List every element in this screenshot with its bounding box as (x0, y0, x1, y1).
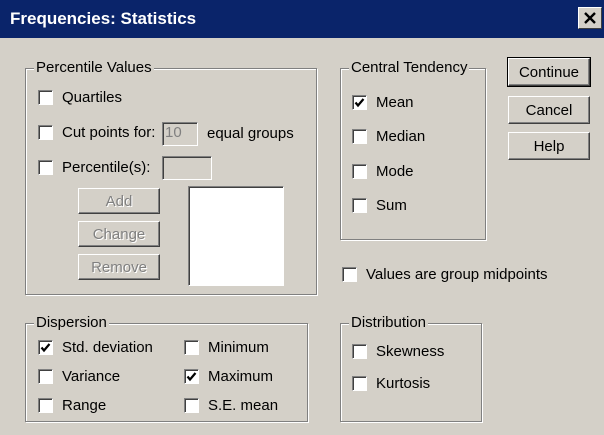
mode-label: Mode (376, 163, 414, 180)
se-mean-label: S.E. mean (208, 397, 279, 414)
std-deviation-checkbox[interactable]: Std. deviation (38, 339, 153, 356)
minimum-label: Minimum (208, 339, 269, 356)
mean-label: Mean (376, 94, 414, 111)
kurtosis-label: Kurtosis (376, 375, 431, 392)
cut-points-input[interactable]: 10 (162, 122, 198, 146)
std-deviation-label: Std. deviation (62, 339, 153, 356)
checkmark-icon (354, 98, 365, 108)
variance-label: Variance (62, 368, 121, 385)
minimum-checkbox[interactable]: Minimum (184, 339, 269, 356)
quartiles-checkbox[interactable]: Quartiles (38, 89, 122, 106)
median-label: Median (376, 128, 426, 145)
std-deviation-box[interactable] (38, 340, 53, 355)
change-button[interactable]: Change (78, 221, 160, 247)
se-mean-box[interactable] (184, 398, 199, 413)
maximum-box[interactable] (184, 369, 199, 384)
close-button[interactable] (578, 7, 602, 29)
median-box[interactable] (352, 129, 367, 144)
variance-box[interactable] (38, 369, 53, 384)
window-title: Frequencies: Statistics (10, 9, 197, 28)
quartiles-label: Quartiles (62, 89, 123, 106)
variance-checkbox[interactable]: Variance (38, 368, 120, 385)
dialog-window: Frequencies: Statistics Percentile Value… (0, 0, 604, 435)
cancel-button[interactable]: Cancel (508, 96, 590, 124)
maximum-checkbox[interactable]: Maximum (184, 368, 273, 385)
continue-button[interactable]: Continue (507, 57, 591, 87)
percentile-list[interactable] (188, 186, 284, 286)
dialog-body: Percentile Values Quartiles Cut points f… (0, 38, 604, 435)
range-checkbox[interactable]: Range (38, 397, 106, 414)
minimum-box[interactable] (184, 340, 199, 355)
percentile-values-title: Percentile Values (34, 59, 154, 76)
help-button[interactable]: Help (508, 132, 590, 160)
close-icon (584, 12, 596, 24)
mean-checkbox[interactable]: Mean (352, 94, 414, 111)
checkmark-icon (186, 372, 197, 382)
skewness-checkbox[interactable]: Skewness (352, 343, 444, 360)
kurtosis-box[interactable] (352, 376, 367, 391)
range-label: Range (62, 397, 107, 414)
title-bar: Frequencies: Statistics (0, 0, 604, 38)
group-midpoints-label: Values are group midpoints (366, 266, 548, 283)
remove-button[interactable]: Remove (78, 254, 160, 280)
equal-groups-label: equal groups (207, 125, 294, 142)
distribution-group: Distribution (340, 314, 482, 422)
se-mean-checkbox[interactable]: S.E. mean (184, 397, 278, 414)
sum-checkbox[interactable]: Sum (352, 197, 407, 214)
cut-points-label: Cut points for: (62, 124, 156, 141)
cut-points-box[interactable] (38, 125, 53, 140)
distribution-title: Distribution (349, 314, 429, 331)
mean-box[interactable] (352, 95, 367, 110)
dispersion-title: Dispersion (34, 314, 109, 331)
sum-label: Sum (376, 197, 407, 214)
mode-box[interactable] (352, 164, 367, 179)
group-midpoints-checkbox[interactable]: Values are group midpoints (342, 266, 548, 283)
percentiles-box[interactable] (38, 160, 53, 175)
percentile-input[interactable] (162, 156, 212, 180)
maximum-label: Maximum (208, 368, 274, 385)
sum-box[interactable] (352, 198, 367, 213)
checkmark-icon (40, 343, 51, 353)
quartiles-box[interactable] (38, 90, 53, 105)
percentiles-checkbox[interactable]: Percentile(s): (38, 159, 150, 176)
cut-points-checkbox[interactable]: Cut points for: (38, 124, 155, 141)
median-checkbox[interactable]: Median (352, 128, 425, 145)
central-tendency-title: Central Tendency (349, 59, 470, 76)
range-box[interactable] (38, 398, 53, 413)
skewness-box[interactable] (352, 344, 367, 359)
skewness-label: Skewness (376, 343, 445, 360)
group-midpoints-box[interactable] (342, 267, 357, 282)
mode-checkbox[interactable]: Mode (352, 163, 414, 180)
percentiles-label: Percentile(s): (62, 159, 151, 176)
kurtosis-checkbox[interactable]: Kurtosis (352, 375, 430, 392)
add-button[interactable]: Add (78, 188, 160, 214)
